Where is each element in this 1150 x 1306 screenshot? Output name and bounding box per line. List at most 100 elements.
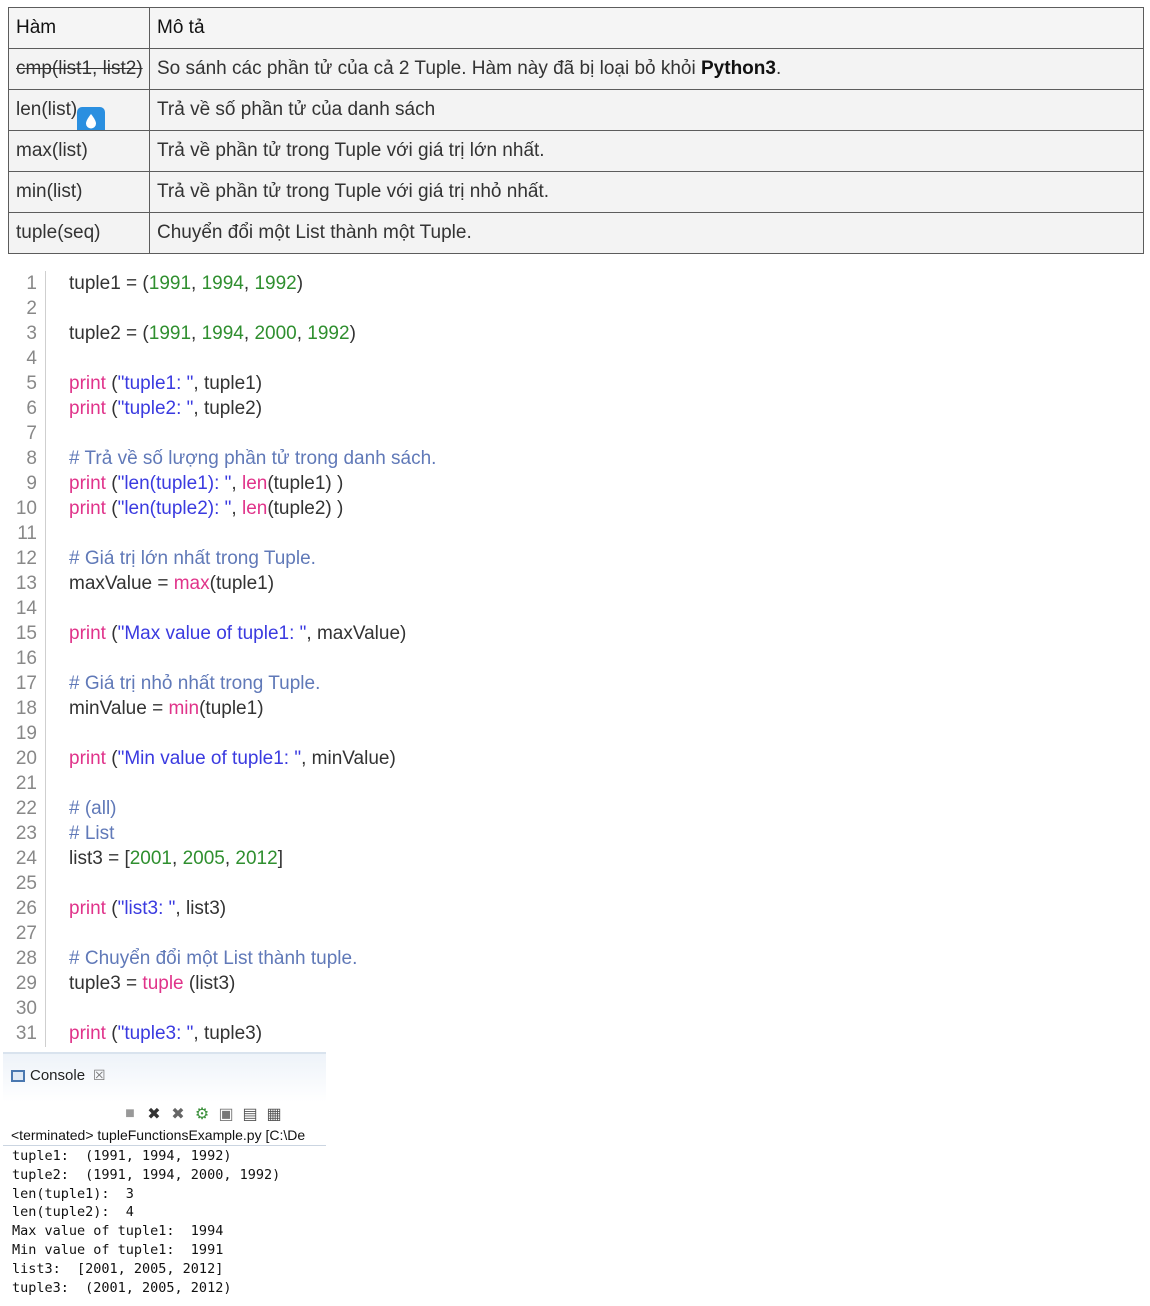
line-number: 16 [15,648,37,669]
code-line: 21 [0,771,1150,796]
line-number: 19 [15,723,37,744]
table-row: tuple(seq) Chuyển đổi một List thành một… [8,212,1144,254]
line-number: 11 [17,523,37,544]
remove-launch-icon[interactable]: ✖ [144,1104,164,1124]
console-tab-bar: Console ☒ [3,1054,326,1102]
line-number: 26 [15,898,37,919]
console-output-line: Max value of tuple1: 1994 [12,1223,224,1240]
code-text: # Giá trị nhỏ nhất trong Tuple. [69,673,321,694]
function-name: max(list) [8,130,150,172]
code-line: 16 [0,646,1150,671]
code-text: print ("Min value of tuple1: ", minValue… [69,748,396,769]
code-line: 30 [0,996,1150,1021]
divider [3,1145,326,1146]
code-line: 31 print ("tuple3: ", tuple3) [0,1021,1150,1046]
code-line: 11 [0,521,1150,546]
line-number: 30 [15,998,37,1019]
function-description: So sánh các phần tử của cả 2 Tuple. Hàm … [149,48,1144,90]
open-console-icon[interactable]: ▦ [264,1104,284,1124]
python3-link[interactable]: Python3 [701,58,776,79]
console-output-line: tuple3: (2001, 2005, 2012) [12,1279,232,1296]
code-text: maxValue = max(tuple1) [69,573,275,594]
function-description: Trả về số phần tử của danh sách [149,89,1144,131]
code-text: print ("list3: ", list3) [69,898,227,919]
function-name: cmp(list1, list2) [8,48,150,90]
function-description: Trả về phần tử trong Tuple với giá trị l… [149,130,1144,172]
code-line: 5 print ("tuple1: ", tuple1) [0,371,1150,396]
console-tab-label: Console [30,1067,86,1084]
code-line: 2 [0,296,1150,321]
functions-table: Hàm Mô tả cmp(list1, list2) So sánh các … [8,7,1144,254]
code-line: 26 print ("list3: ", list3) [0,896,1150,921]
pin-console-icon[interactable]: ▤ [240,1104,260,1124]
header-description: Mô tả [149,7,1144,49]
console-output-line: Min value of tuple1: 1991 [12,1241,224,1258]
terminate-icon[interactable]: ■ [120,1105,140,1123]
console-output-line: tuple1: (1991, 1994, 1992) [12,1148,232,1164]
code-text: tuple1 = (1991, 1994, 1992) [69,273,304,294]
code-text: minValue = min(tuple1) [69,698,264,719]
console-icon [11,1069,25,1082]
line-number: 27 [15,923,37,944]
line-number: 20 [15,748,37,769]
line-number: 14 [15,598,37,619]
table-row: max(list) Trả về phần tử trong Tuple với… [8,130,1144,172]
code-line: 12 # Giá trị lớn nhất trong Tuple. [0,546,1150,571]
console-output: tuple1: (1991, 1994, 1992) tuple2: (1991,… [12,1147,280,1297]
close-icon[interactable]: ☒ [93,1067,106,1084]
code-line: 15 print ("Max value of tuple1: ", maxVal… [0,621,1150,646]
console-output-line: len(tuple2): 4 [12,1204,134,1221]
code-line: 10 print ("len(tuple2): ", len(tuple2) ) [0,496,1150,521]
remove-all-terminated-icon[interactable]: ✖ [168,1104,188,1124]
code-line: 27 [0,921,1150,946]
line-number: 6 [26,398,37,419]
code-text: print ("tuple2: ", tuple2) [69,398,263,419]
code-text: print ("len(tuple2): ", len(tuple2) ) [69,498,344,519]
code-line: 7 [0,421,1150,446]
code-text: print ("tuple1: ", tuple1) [69,373,263,394]
relaunch-icon[interactable]: ⚙ [192,1104,212,1124]
line-number: 2 [26,298,37,319]
console-toolbar: ■ ✖ ✖ ⚙ ▣ ▤ ▦ [120,1102,284,1126]
line-number: 1 [26,273,37,294]
line-number: 17 [15,673,37,694]
code-line: 1 tuple1 = (1991, 1994, 1992) [0,271,1150,296]
line-number: 24 [15,848,37,869]
line-number: 29 [15,973,37,994]
code-line: 14 [0,596,1150,621]
code-text: tuple2 = (1991, 1994, 2000, 1992) [69,323,356,344]
code-line: 18 minValue = min(tuple1) [0,696,1150,721]
code-line: 28 # Chuyển đổi một List thành tuple. [0,946,1150,971]
terminated-status: <terminated> tupleFunctionsExample.py [C… [11,1127,306,1143]
line-number: 22 [15,798,37,819]
code-text: print ("tuple3: ", tuple3) [69,1023,263,1044]
console-tab[interactable]: Console ☒ [11,1067,106,1084]
line-number: 23 [15,823,37,844]
function-name: tuple(seq) [8,212,150,254]
table-row: len(list) Trả về số phần tử của danh sác… [8,89,1144,131]
console-output-line: len(tuple1): 3 [12,1185,134,1202]
code-line: 6 print ("tuple2: ", tuple2) [0,396,1150,421]
line-number: 10 [15,498,37,519]
code-line: 13 maxValue = max(tuple1) [0,571,1150,596]
function-name: min(list) [8,171,150,213]
code-line: 22 # (all) [0,796,1150,821]
console-panel: Console ☒ ■ ✖ ✖ ⚙ ▣ ▤ ▦ <terminated> tup… [3,1052,326,1306]
code-text: # Trả về số lượng phần tử trong danh sác… [69,448,437,469]
water-drop-icon[interactable] [77,107,105,130]
code-line: 8 # Trả về số lượng phần tử trong danh sá… [0,446,1150,471]
code-line: 20 print ("Min value of tuple1: ", minVal… [0,746,1150,771]
code-text: # Giá trị lớn nhất trong Tuple. [69,548,316,569]
console-output-line: list3: [2001, 2005, 2012] [12,1260,224,1277]
code-text: list3 = [2001, 2005, 2012] [69,848,283,869]
code-text: # List [69,823,115,844]
code-line: 9 print ("len(tuple1): ", len(tuple1) ) [0,471,1150,496]
line-number: 18 [15,698,37,719]
code-line: 23 # List [0,821,1150,846]
code-line: 3 tuple2 = (1991, 1994, 2000, 1992) [0,321,1150,346]
function-name: len(list) [8,89,150,131]
code-text: print ("len(tuple1): ", len(tuple1) ) [69,473,344,494]
line-number: 9 [26,473,37,494]
code-line: 24 list3 = [2001, 2005, 2012] [0,846,1150,871]
display-console-icon[interactable]: ▣ [216,1104,236,1124]
